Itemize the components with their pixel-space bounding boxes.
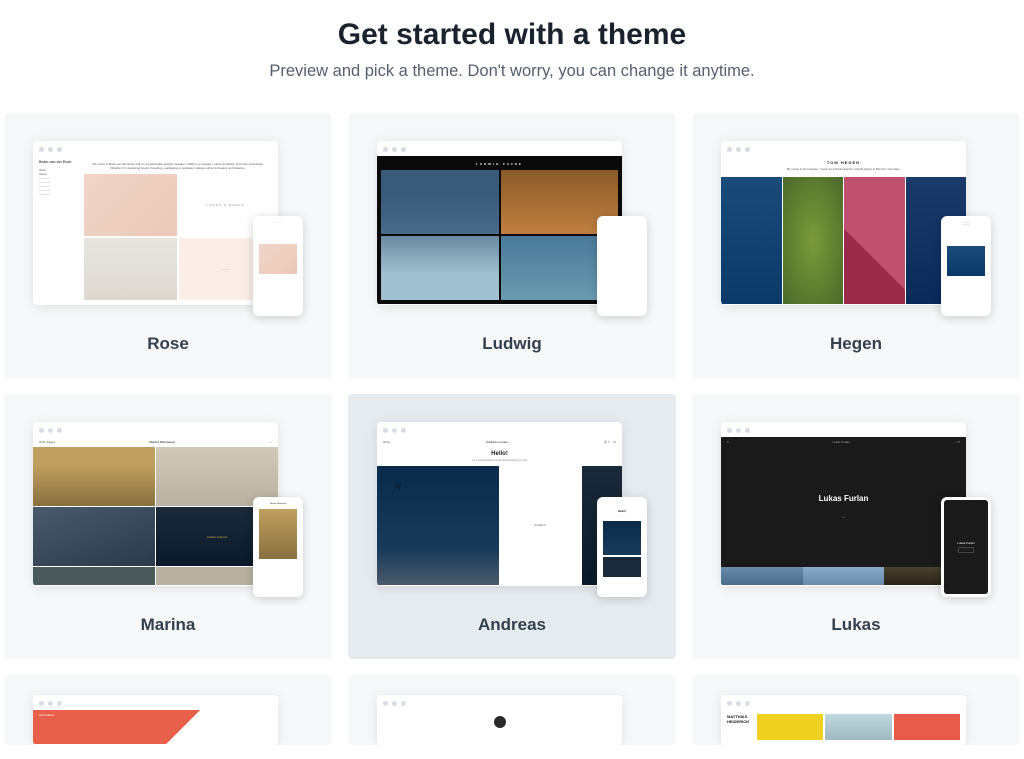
theme-card-lukas[interactable]: ≡Lukas Furlan⋯ ✉ Lukas Furlan ⌄ Lukas Fu… (692, 394, 1020, 659)
theme-preview (377, 695, 647, 745)
browser-mockup: WorkAndreas LeversⒷ f ⋯ ✉ Hello! I'm a v… (377, 422, 622, 586)
theme-card-partial-2[interactable] (348, 675, 676, 745)
window-dots-icon (721, 695, 966, 710)
theme-card-marina[interactable]: Work PagesMarina Weishaupt⋯ Golden Autum… (4, 394, 332, 659)
window-dots-icon (377, 141, 622, 156)
theme-grid: Beam van der Ende WorkAbout— — —— — —— —… (0, 113, 1024, 749)
window-dots-icon (33, 141, 278, 156)
phone-mockup: Lukas Furlan — — — (941, 497, 991, 597)
theme-preview: MATTHIAS HEIDERICH (721, 695, 991, 745)
window-dots-icon (377, 695, 622, 710)
browser-mockup: MATTHIAS HEIDERICH (721, 695, 966, 745)
theme-name-label: Hegen (830, 334, 882, 354)
cursor-icon: ☟ (395, 482, 401, 493)
theme-preview: ≡Lukas Furlan⋯ ✉ Lukas Furlan ⌄ Lukas Fu… (721, 422, 991, 597)
theme-preview: Work PagesMarina Weishaupt⋯ Golden Autum… (33, 422, 303, 597)
phone-mockup: Hello! — — — (597, 497, 647, 597)
theme-preview: TOM HEGEN My name is Tom Hegen, I work a… (721, 141, 991, 316)
theme-preview: work about— — (33, 695, 303, 745)
theme-card-partial-1[interactable]: work about— — (4, 675, 332, 745)
theme-name-label: Ludwig (482, 334, 541, 354)
phone-mockup: — — — (253, 216, 303, 316)
window-dots-icon (33, 695, 278, 710)
theme-preview: LUDWIG FAVRE (377, 141, 647, 316)
theme-preview: Beam van der Ende WorkAbout— — —— — —— —… (33, 141, 303, 316)
browser-mockup: Beam van der Ende WorkAbout— — —— — —— —… (33, 141, 278, 305)
theme-card-hegen[interactable]: TOM HEGEN My name is Tom Hegen, I work a… (692, 113, 1020, 378)
theme-card-rose[interactable]: Beam van der Ende WorkAbout— — —— — —— —… (4, 113, 332, 378)
window-dots-icon (377, 422, 622, 437)
phone-mockup (597, 216, 647, 316)
theme-preview: ☟ WorkAndreas LeversⒷ f ⋯ ✉ Hello! I'm a… (377, 422, 647, 597)
page-title: Get started with a theme (0, 18, 1024, 52)
phone-mockup: Marina Weishaupt (253, 497, 303, 597)
theme-name-label: Andreas (478, 615, 546, 635)
window-dots-icon (33, 422, 278, 437)
theme-card-ludwig[interactable]: LUDWIG FAVRE Ludwig (348, 113, 676, 378)
theme-card-partial-3[interactable]: MATTHIAS HEIDERICH (692, 675, 1020, 745)
theme-name-label: Rose (147, 334, 189, 354)
phone-mockup: — — —— — — (941, 216, 991, 316)
theme-name-label: Marina (141, 615, 196, 635)
page-header: Get started with a theme Preview and pic… (0, 0, 1024, 113)
theme-card-andreas[interactable]: ☟ WorkAndreas LeversⒷ f ⋯ ✉ Hello! I'm a… (348, 394, 676, 659)
browser-mockup: work about— — (33, 695, 278, 745)
browser-mockup: Work PagesMarina Weishaupt⋯ Golden Autum… (33, 422, 278, 586)
browser-mockup: LUDWIG FAVRE (377, 141, 622, 305)
chevron-down-icon: ⌄ (841, 513, 846, 520)
window-dots-icon (721, 422, 966, 437)
theme-name-label: Lukas (831, 615, 880, 635)
browser-mockup: ≡Lukas Furlan⋯ ✉ Lukas Furlan ⌄ (721, 422, 966, 586)
browser-mockup (377, 695, 622, 745)
avatar-icon (494, 716, 506, 728)
browser-mockup: TOM HEGEN My name is Tom Hegen, I work a… (721, 141, 966, 305)
window-dots-icon (721, 141, 966, 156)
page-subtitle: Preview and pick a theme. Don't worry, y… (0, 62, 1024, 81)
